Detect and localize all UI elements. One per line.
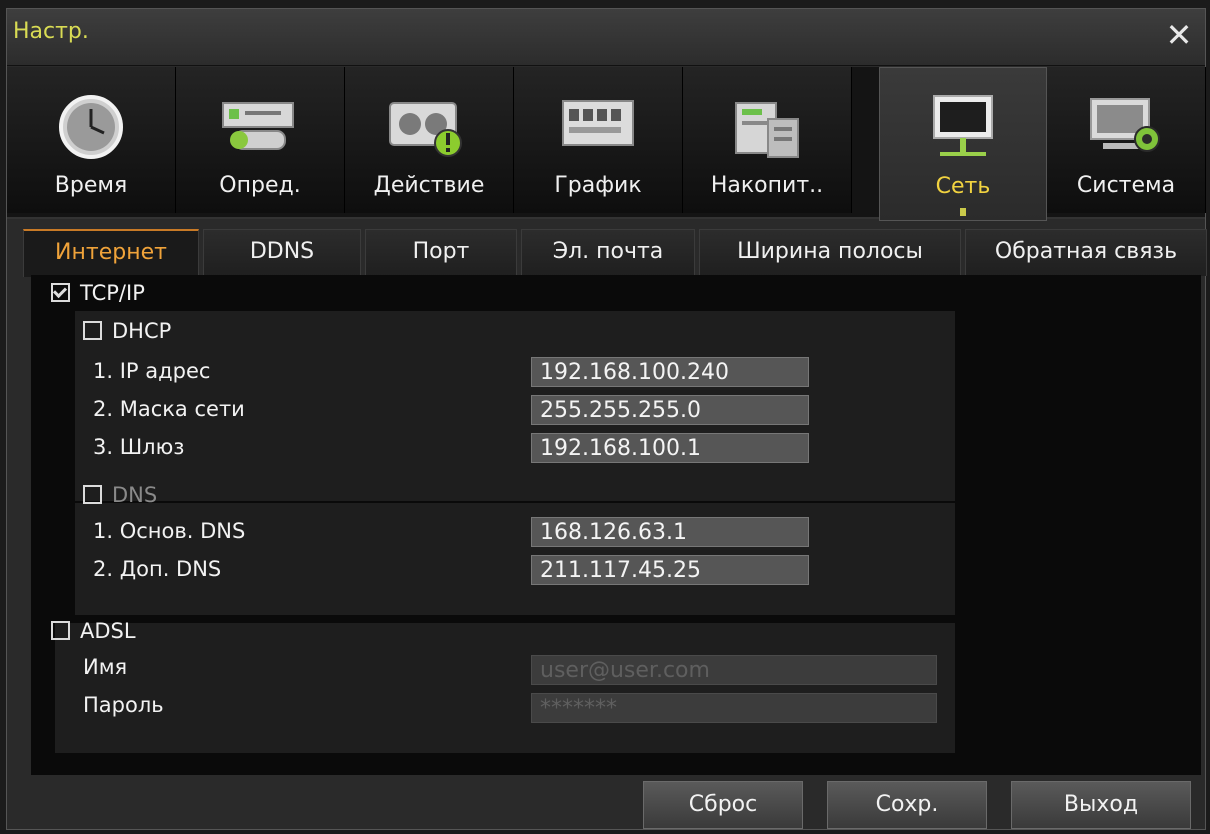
storage-icon <box>735 102 799 158</box>
adsl-name-label: Имя <box>83 655 128 679</box>
adsl-section <box>55 623 955 753</box>
toolbar-item-network[interactable]: Сеть <box>879 67 1047 221</box>
secondary-dns-label: 2. Доп. DNS <box>93 557 222 581</box>
adsl-row: ADSL <box>51 615 136 647</box>
toolbar-item-detect[interactable]: Опред. <box>176 67 345 213</box>
tab-feedback[interactable]: Обратная связь <box>965 229 1207 276</box>
mask-label: 2. Маска сети <box>93 397 245 421</box>
ip-label: 1. IP адрес <box>93 359 211 383</box>
toolbar-item-system[interactable]: Система <box>1047 67 1206 213</box>
toolbar-item-storage[interactable]: Накопит.. <box>683 67 852 213</box>
toolbar-item-time[interactable]: Время <box>7 67 176 213</box>
toolbar-item-label: Сеть <box>935 174 991 199</box>
alarm-device-icon <box>389 102 462 157</box>
tab-bandwidth[interactable]: Ширина полосы <box>699 229 961 276</box>
primary-dns-field[interactable]: 168.126.63.1 <box>531 517 809 547</box>
dhcp-label: DHCP <box>112 319 172 343</box>
ip-address-field[interactable]: 192.168.100.240 <box>531 357 809 387</box>
adsl-name-field[interactable]: user@user.com <box>531 655 937 685</box>
secondary-dns-field[interactable]: 211.117.45.25 <box>531 555 809 585</box>
reset-button[interactable]: Сброс <box>643 781 803 829</box>
gateway-label: 3. Шлюз <box>93 435 185 459</box>
main-toolbar: Время Опред. Действие График Накопит.. С… <box>7 67 1206 221</box>
exit-button[interactable]: Выход <box>1011 781 1191 829</box>
schedule-icon <box>562 100 634 146</box>
network-monitor-icon <box>933 95 993 156</box>
tcpip-checkbox[interactable] <box>51 282 70 302</box>
toolbar-item-label: Накопит.. <box>710 173 824 198</box>
system-settings-icon <box>1090 98 1160 152</box>
tab-ddns[interactable]: DDNS <box>203 229 361 276</box>
gateway-field[interactable]: 192.168.100.1 <box>531 433 809 463</box>
dhcp-checkbox[interactable] <box>83 320 102 340</box>
tcpip-row: TCP/IP <box>51 277 145 309</box>
internet-settings-panel: TCP/IP DHCP 1. IP адрес 192.168.100.240 … <box>31 275 1201 775</box>
close-icon[interactable]: ✕ <box>1161 17 1197 53</box>
tab-port[interactable]: Порт <box>365 229 517 276</box>
dns-checkbox[interactable] <box>83 484 102 504</box>
tab-email[interactable]: Эл. почта <box>521 229 695 276</box>
adsl-checkbox[interactable] <box>51 620 70 640</box>
toolbar-item-label: Действие <box>373 173 485 198</box>
toolbar-item-label: График <box>554 173 642 198</box>
dns-row: DNS <box>83 479 157 511</box>
toolbar-item-action[interactable]: Действие <box>345 67 514 213</box>
dhcp-row: DHCP <box>83 315 171 347</box>
device-icon <box>222 102 294 150</box>
adsl-password-field[interactable]: ******* <box>531 693 937 723</box>
window-title: Настр. <box>13 19 89 44</box>
primary-dns-label: 1. Основ. DNS <box>93 519 246 543</box>
adsl-label: ADSL <box>80 619 136 643</box>
settings-window: Настр. ✕ Время Опред. Действие График На… <box>6 8 1207 830</box>
tab-internet[interactable]: Интернет <box>23 229 199 277</box>
dns-label: DNS <box>112 483 158 507</box>
toolbar-item-label: Опред. <box>219 173 301 198</box>
network-tabs: Интернет DDNS Порт Эл. почта Ширина поло… <box>23 229 1207 277</box>
toolbar-item-label: Система <box>1076 173 1176 198</box>
clock-icon <box>59 95 123 159</box>
toolbar-item-label: Время <box>54 173 128 198</box>
adsl-password-label: Пароль <box>83 693 164 717</box>
active-indicator <box>960 208 966 216</box>
tcpip-label: TCP/IP <box>80 281 145 305</box>
title-bar: Настр. ✕ <box>7 9 1205 66</box>
save-button[interactable]: Сохр. <box>827 781 987 829</box>
toolbar-item-schedule[interactable]: График <box>514 67 683 213</box>
subnet-mask-field[interactable]: 255.255.255.0 <box>531 395 809 425</box>
